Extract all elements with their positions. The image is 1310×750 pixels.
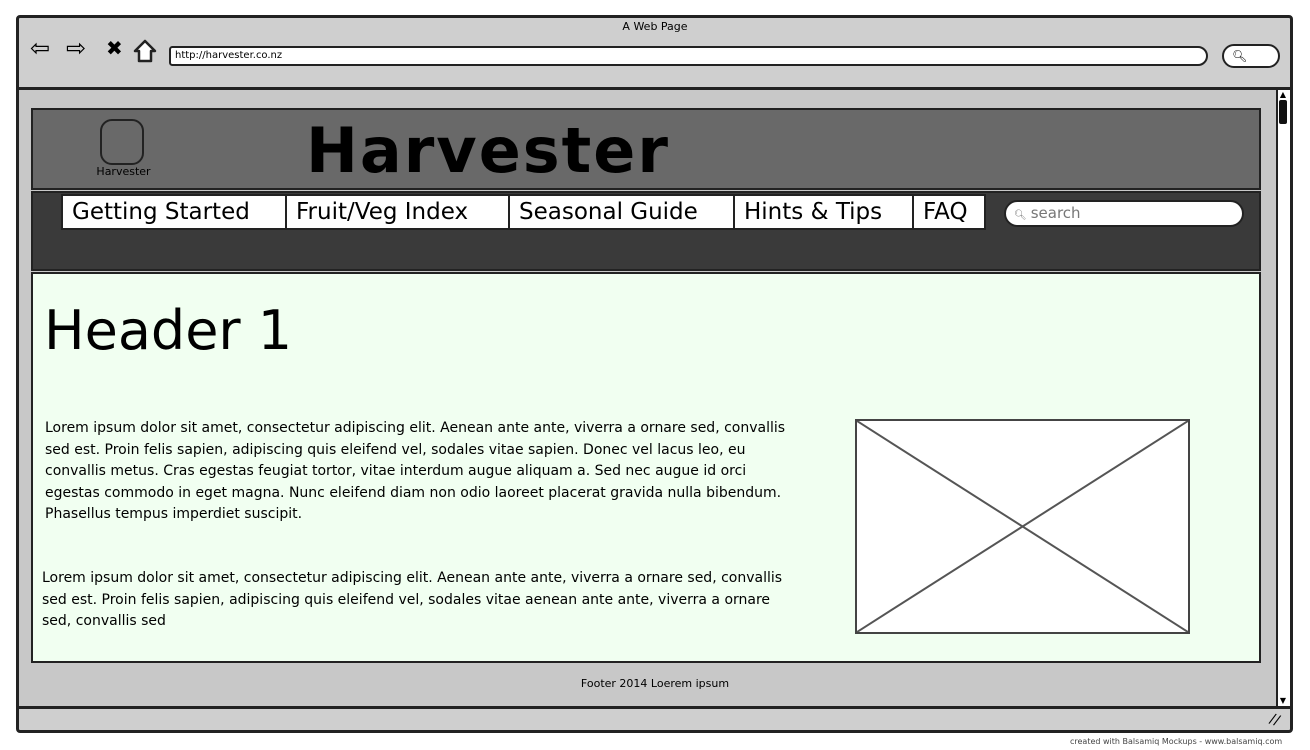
address-bar[interactable]: http://harvester.co.nz — [169, 46, 1208, 66]
scroll-up-arrow-icon[interactable]: ▲ — [1278, 90, 1288, 100]
scrollbar-thumb[interactable] — [1279, 100, 1287, 124]
browser-search-field[interactable]: 🔍︎ — [1222, 44, 1280, 68]
home-icon[interactable] — [132, 38, 158, 64]
site-title: Harvester — [306, 114, 670, 187]
forward-arrow-icon[interactable]: ⇨ — [66, 36, 86, 60]
search-icon: 🔍︎ — [1232, 49, 1248, 63]
site-search-input[interactable]: 🔍︎ search — [1004, 200, 1244, 227]
logo-icon[interactable] — [100, 119, 144, 165]
nav-tab-faq[interactable]: FAQ — [912, 194, 986, 230]
nav-tab-seasonal-guide[interactable]: Seasonal Guide — [508, 194, 735, 230]
window-title: A Web Page — [622, 20, 688, 33]
page-footer: Footer 2014 Loerem ipsum — [580, 677, 730, 690]
stop-icon[interactable]: ✖ — [106, 36, 123, 60]
body-paragraph: Lorem ipsum dolor sit amet, consectetur … — [45, 420, 786, 522]
vertical-scrollbar[interactable] — [1276, 90, 1290, 706]
search-placeholder: search — [1030, 204, 1081, 222]
scroll-down-arrow-icon[interactable]: ▼ — [1278, 696, 1288, 706]
credit-text: created with Balsamiq Mockups - www.bals… — [1070, 737, 1283, 746]
body-paragraph: Lorem ipsum dolor sit amet, consectetur … — [42, 570, 783, 629]
back-arrow-icon[interactable]: ⇦ — [30, 36, 50, 60]
search-icon: 🔍︎ — [1014, 210, 1027, 221]
nav-tab-getting-started[interactable]: Getting Started — [61, 194, 287, 230]
statusbar-divider — [16, 706, 1293, 709]
logo-label: Harvester — [96, 165, 151, 178]
nav-tab-fruit-veg-index[interactable]: Fruit/Veg Index — [285, 194, 510, 230]
nav-tab-hints-tips[interactable]: Hints & Tips — [733, 194, 914, 230]
page-heading: Header 1 — [44, 299, 293, 362]
image-placeholder-icon — [855, 419, 1190, 634]
